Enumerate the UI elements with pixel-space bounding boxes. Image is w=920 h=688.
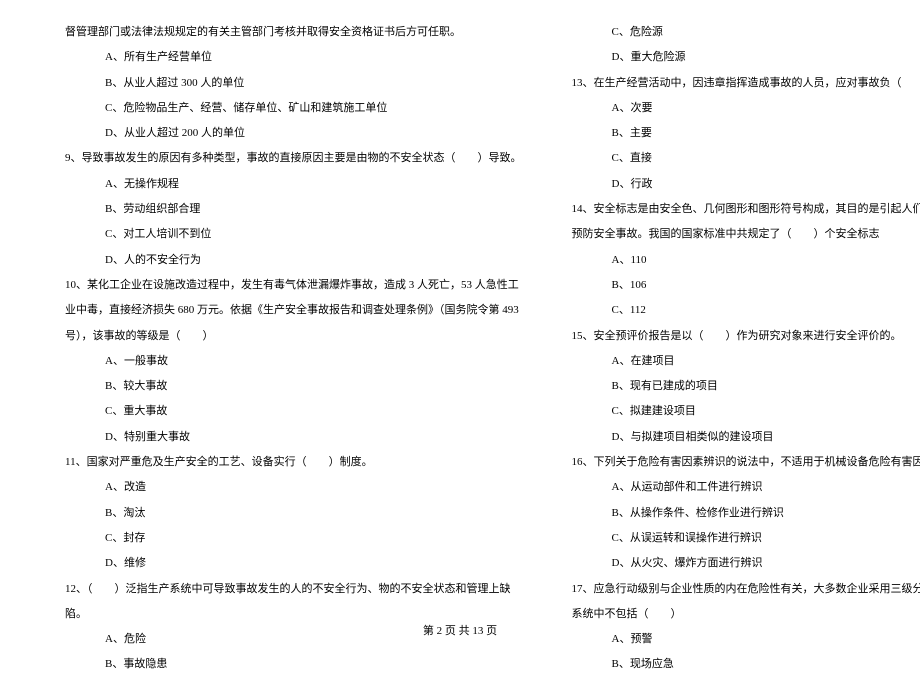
q14-option-b: B、106: [572, 273, 920, 298]
q14-stem-line2: 预防安全事故。我国的国家标准中共规定了（ ）个安全标志: [572, 222, 920, 247]
q17-option-b: B、现场应急: [572, 652, 920, 677]
q10-option-b: B、较大事故: [65, 374, 522, 399]
q15-option-d: D、与拟建项目相类似的建设项目: [572, 425, 920, 450]
q11-option-b: B、淘汰: [65, 501, 522, 526]
q12-option-d: D、重大危险源: [572, 45, 920, 70]
q12-option-c: C、危险源: [572, 20, 920, 45]
q8-option-d: D、从业人超过 200 人的单位: [65, 121, 522, 146]
q15-option-c: C、拟建建设项目: [572, 399, 920, 424]
q9-option-d: D、人的不安全行为: [65, 248, 522, 273]
q14-option-a: A、110: [572, 248, 920, 273]
q14-option-c: C、112: [572, 298, 920, 323]
q11-option-c: C、封存: [65, 526, 522, 551]
q9-option-b: B、劳动组织部合理: [65, 197, 522, 222]
q16-option-a: A、从运动部件和工件进行辨识: [572, 475, 920, 500]
q16-stem: 16、下列关于危险有害因素辨识的说法中，不适用于机械设备危险有害因素辨识的是（ …: [572, 450, 920, 475]
right-column: C、危险源 D、重大危险源 13、在生产经营活动中，因违章指挥造成事故的人员，应…: [572, 20, 920, 678]
page-footer: 第 2 页 共 13 页: [0, 622, 920, 638]
q15-option-a: A、在建项目: [572, 349, 920, 374]
q11-stem: 11、国家对严重危及生产安全的工艺、设备实行（ ）制度。: [65, 450, 522, 475]
q17-stem-line1: 17、应急行动级别与企业性质的内在危险性有关，大多数企业采用三级分类系统，这三级…: [572, 577, 920, 602]
q8-option-c: C、危险物品生产、经营、储存单位、矿山和建筑施工单位: [65, 96, 522, 121]
q16-option-c: C、从误运转和误操作进行辨识: [572, 526, 920, 551]
q10-stem-line1: 10、某化工企业在设施改造过程中，发生有毒气体泄漏爆炸事故，造成 3 人死亡，5…: [65, 273, 522, 298]
q12-option-b: B、事故隐患: [65, 652, 522, 677]
q8-option-a: A、所有生产经营单位: [65, 45, 522, 70]
q13-option-c: C、直接: [572, 146, 920, 171]
q9-option-a: A、无操作规程: [65, 172, 522, 197]
q14-stem-line1: 14、安全标志是由安全色、几何图形和图形符号构成，其目的是引起人们对不安全因素的…: [572, 197, 920, 222]
q13-option-d: D、行政: [572, 172, 920, 197]
q10-stem-line2: 业中毒，直接经济损失 680 万元。依据《生产安全事故报告和调查处理条例》（国务…: [65, 298, 522, 323]
q9-stem: 9、导致事故发生的原因有多种类型，事故的直接原因主要是由物的不安全状态（ ）导致…: [65, 146, 522, 171]
q9-option-c: C、对工人培训不到位: [65, 222, 522, 247]
q13-option-a: A、次要: [572, 96, 920, 121]
q13-stem: 13、在生产经营活动中，因违章指挥造成事故的人员，应对事故负（ ）责任。: [572, 71, 920, 96]
left-column: 督管理部门或法律法规规定的有关主管部门考核并取得安全资格证书后方可任职。 A、所…: [65, 20, 522, 678]
q15-stem: 15、安全预评价报告是以（ ）作为研究对象来进行安全评价的。: [572, 324, 920, 349]
q8-continuation: 督管理部门或法律法规规定的有关主管部门考核并取得安全资格证书后方可任职。: [65, 20, 522, 45]
q10-stem-line3: 号），该事故的等级是（ ）: [65, 324, 522, 349]
q11-option-d: D、维修: [65, 551, 522, 576]
q11-option-a: A、改造: [65, 475, 522, 500]
q10-option-c: C、重大事故: [65, 399, 522, 424]
q16-option-d: D、从火灾、爆炸方面进行辨识: [572, 551, 920, 576]
q16-option-b: B、从操作条件、检修作业进行辨识: [572, 501, 920, 526]
q12-stem-line1: 12、（ ）泛指生产系统中可导致事故发生的人的不安全行为、物的不安全状态和管理上…: [65, 577, 522, 602]
q15-option-b: B、现有已建成的项目: [572, 374, 920, 399]
q10-option-d: D、特别重大事故: [65, 425, 522, 450]
document-page: 督管理部门或法律法规规定的有关主管部门考核并取得安全资格证书后方可任职。 A、所…: [0, 0, 920, 688]
q10-option-a: A、一般事故: [65, 349, 522, 374]
q8-option-b: B、从业人超过 300 人的单位: [65, 71, 522, 96]
q13-option-b: B、主要: [572, 121, 920, 146]
